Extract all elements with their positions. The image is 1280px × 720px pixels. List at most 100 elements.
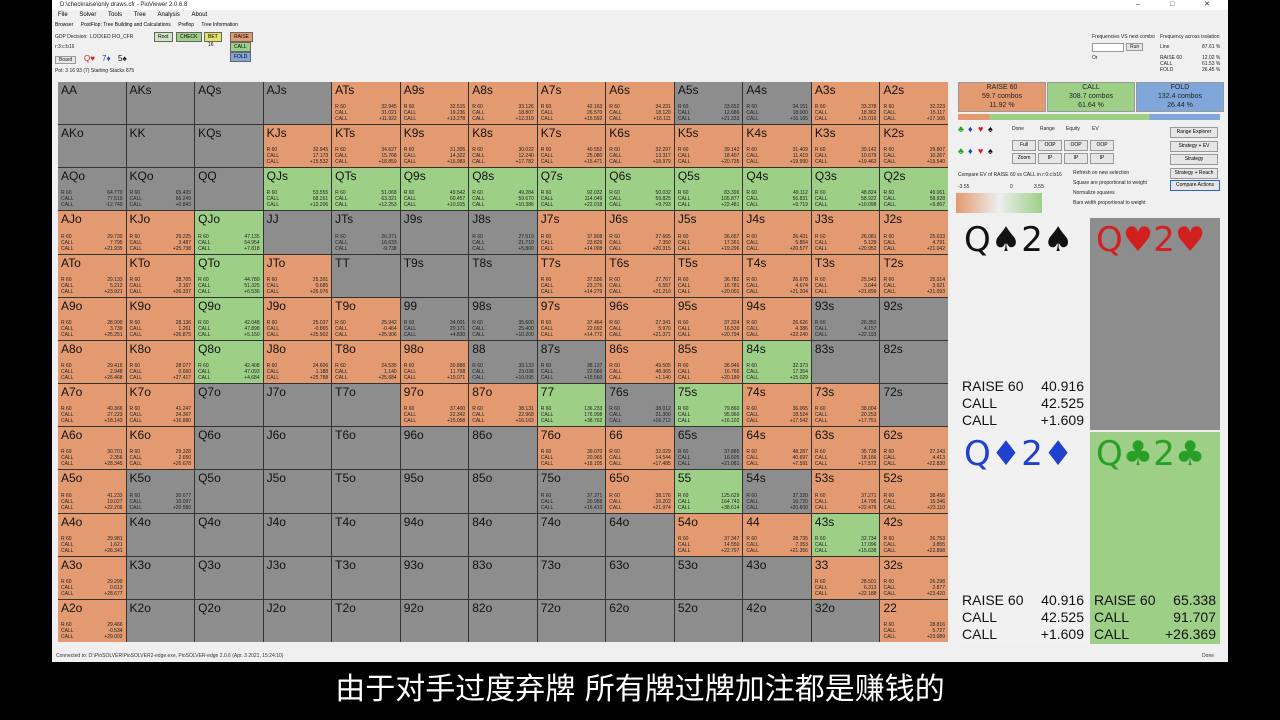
check-bars-width[interactable]: Bars width proportional to weight [1073,200,1146,206]
hand-cell[interactable]: 64o [606,513,674,556]
hand-cell[interactable]: Q8o R 60 42.408 CALL 47.093 CALL +4.684 [195,340,263,384]
tab-browser[interactable]: Browser [55,22,73,28]
zoom-button[interactable]: Zoom [1012,153,1036,164]
action-bet[interactable]: BET 16 [204,32,222,48]
check-square-weight[interactable]: Square are proportional to weight [1073,180,1147,186]
hand-cell[interactable]: KTo R 60 28.705 CALL 2.167 CALL +26.337 [126,254,195,297]
hand-cell[interactable]: 65o R 60 38.176 CALL 16.202 CALL +21.974 [606,470,674,513]
hand-cell[interactable]: QQ [195,168,263,211]
hand-cell[interactable]: 82s [880,340,948,384]
menu-tools[interactable]: Tools [108,12,122,18]
hand-cell[interactable]: A4o R 60 29.981 CALL 1.621 CALL +28.341 [58,513,126,556]
hand-cell[interactable]: KJo R 60 29.225 CALL 3.487 CALL +25.738 [126,211,195,254]
hand-cell[interactable]: T8s [469,254,537,297]
hand-cell[interactable]: Q6s R 60 50.032 CALL 59.825 CALL +9.793 [606,168,674,211]
hand-cell[interactable]: 94s R 60 26.626 CALL 4.386 CALL +22.240 [743,297,811,340]
oop-button-2[interactable]: OOP [1064,140,1088,151]
hand-cell[interactable]: T9s [400,254,469,297]
hand-cell[interactable]: 75o R 60 37.371 CALL 20.958 CALL +16.413 [537,470,606,513]
hand-cell[interactable]: K8s R 60 30.022 CALL 12.240 CALL +17.782 [469,125,537,168]
ip-button-2[interactable]: IP [1064,153,1088,164]
hand-cell[interactable]: 83s [811,340,880,384]
hand-cell[interactable]: A8o R 60 29.416 CALL 2.948 CALL +26.468 [58,340,126,384]
action-summary-box[interactable]: CALL 308.7 combos 61.64 % [1047,82,1135,112]
hand-cell[interactable]: A4s R 60 34.151 CALL 18.000 CALL +16.165 [743,82,811,125]
hand-cell[interactable]: T7o [332,384,400,427]
hand-cell[interactable]: Q9s R 60 49.542 CALL 60.457 CALL +10.915 [400,168,469,211]
menu-analysis[interactable]: Analysis [158,12,180,18]
hand-cell[interactable]: K7s R 60 40.552 CALL 25.080 CALL +15.471 [537,125,606,168]
hand-cell[interactable]: 92o [400,599,469,642]
hand-cell[interactable]: 53o [674,556,743,599]
hand-cell[interactable]: K2s R 60 29.807 CALL 10.267 CALL +19.540 [880,125,948,168]
menu-tree[interactable]: Tree [134,12,146,18]
hand-cell[interactable]: AQs [195,82,263,125]
hand-cell[interactable]: 73o [537,556,606,599]
hand-cell[interactable]: JTs R 60 26.371 CALL 16.633 CALL -9.738 [332,211,400,254]
hand-cell[interactable]: 43o [743,556,811,599]
hand-cell[interactable]: Q3o [195,556,263,599]
hand-cell[interactable]: AKs [126,82,195,125]
full-button[interactable]: Full [1012,140,1036,151]
tab-preflop[interactable]: Preflop [178,22,194,28]
hand-cell[interactable]: A3s R 60 33.378 CALL 18.362 CALL +15.016 [811,82,880,125]
hand-cell[interactable]: QTs R 60 51.068 CALL 63.321 CALL +12.253 [332,168,400,211]
hand-cell[interactable]: T3s R 60 25.543 CALL 3.644 CALL +21.899 [811,254,880,297]
tab-ev[interactable]: EV [1092,126,1099,132]
hand-cell[interactable]: 96s R 60 27.341 CALL 5.970 CALL +21.371 [606,297,674,340]
hand-cell[interactable]: 63s R 60 35.738 CALL 18.166 CALL +17.572 [811,427,880,470]
hand-cell[interactable]: 75s R 60 79.860 CALL 95.960 CALL +16.102 [674,384,743,427]
action-fold[interactable]: FOLD [230,52,252,62]
hand-cell[interactable]: 97o R 60 37.400 CALL 22.342 CALL +15.058 [400,384,469,427]
range-explorer-button[interactable]: Range Explorer [1170,127,1218,138]
hand-cell[interactable]: 93o [400,556,469,599]
strategy-reach-button[interactable]: Strategy + Reach [1170,168,1218,179]
hand-cell[interactable]: K2o [126,599,195,642]
hand-cell[interactable]: K7o R 60 41.247 CALL 24.367 CALL +16.880 [126,384,195,427]
hand-cell[interactable]: QJs R 60 53.555 CALL 68.261 CALL +13.206 [263,168,332,211]
hand-cell[interactable]: Q2s R 60 49.061 CALL 58.928 CALL +9.867 [880,168,948,211]
hand-cell[interactable]: T4o [332,513,400,556]
hand-cell[interactable]: Q5o [195,470,263,513]
compare-actions-button[interactable]: Compare Actions [1170,180,1220,191]
hand-cell[interactable]: 84o [469,513,537,556]
hand-cell[interactable]: QTo R 60 44.789 CALL 51.325 CALL +6.536 [195,254,263,297]
hand-cell[interactable]: 62s R 60 27.243 CALL 4.413 CALL +22.830 [880,427,948,470]
hand-cell[interactable]: 63o [606,556,674,599]
hand-cell[interactable]: A5s R 60 33.652 CALL 12.686 CALL +21.333 [674,82,743,125]
hand-cell[interactable]: KQo R 60 65.405 CALL 66.249 CALL +0.843 [126,168,195,211]
hand-cell[interactable]: T2o [332,599,400,642]
action-check[interactable]: CHECK [176,32,202,42]
combo-box[interactable]: Q♦2♦ RAISE 60 40.916 CALL 42.525 CALL +1.609 [958,432,1088,644]
hand-cell[interactable]: K5s R 60 39.142 CALL 18.407 CALL +20.735 [674,125,743,168]
hand-cell[interactable]: 55 R 60 125.629 CALL 164.743 CALL +38.614 [674,470,743,513]
close-icon[interactable]: ✕ [1204,1,1224,8]
hand-cell[interactable]: 54o R 60 37.347 CALL 14.550 CALL +22.797 [674,513,743,556]
hand-cell[interactable]: J8s R 60 27.510 CALL 21.710 CALL +5.800 [469,211,537,254]
hand-cell[interactable]: K5o R 60 30.677 CALL 10.097 CALL +20.580 [126,470,195,513]
hand-cell[interactable]: J4o [263,513,332,556]
hand-cell[interactable]: A7s R 60 42.163 CALL 26.570 CALL +15.592 [537,82,606,125]
hand-cell[interactable]: 42s R 60 26.753 CALL 3.855 CALL +22.898 [880,513,948,556]
oop-button-3[interactable]: OOP [1090,140,1114,151]
hand-cell[interactable]: J7s R 60 37.808 CALL 23.829 CALL +14.008 [537,211,606,254]
hand-cell[interactable]: 94o [400,513,469,556]
hand-cell[interactable]: KJs R 60 32.945 CALL 17.173 CALL +15.532 [263,125,332,168]
hand-cell[interactable]: J4s R 60 26.431 CALL 5.854 CALL +20.577 [743,211,811,254]
hand-cell[interactable]: 87o R 60 38.131 CALL 22.968 CALL +16.163 [469,384,537,427]
hand-cell[interactable]: Q8s R 60 49.284 CALL 59.670 CALL +10.386 [469,168,537,211]
hand-cell[interactable]: Q6o [195,427,263,470]
or-checkbox[interactable]: Or [1092,55,1098,61]
hand-cell[interactable]: 66 R 60 32.029 CALL 14.544 CALL +17.485 [606,427,674,470]
hand-cell[interactable]: A2o R 60 29.466 CALL -0.534 CALL +29.002 [58,599,126,642]
hand-cell[interactable]: 62o [606,599,674,642]
hand-cell[interactable]: K9s R 60 31.305 CALL 14.322 CALL +16.983 [400,125,469,168]
hand-cell[interactable]: 72o [537,599,606,642]
hand-cell[interactable]: Q4s R 60 49.112 CALL 56.831 CALL +9.719 [743,168,811,211]
hand-cell[interactable]: 52o [674,599,743,642]
hand-cell[interactable]: 93s R 60 26.350 CALL 4.157 CALL +22.193 [811,297,880,340]
hand-cell[interactable]: 77 R 60 136.233 CALL 176.998 CALL +38.762 [537,384,606,427]
minimize-icon[interactable]: – [1136,1,1154,8]
hand-cell[interactable]: K4o [126,513,195,556]
hand-cell[interactable]: 76s R 60 38.012 CALL 21.300 CALL +16.712 [606,384,674,427]
